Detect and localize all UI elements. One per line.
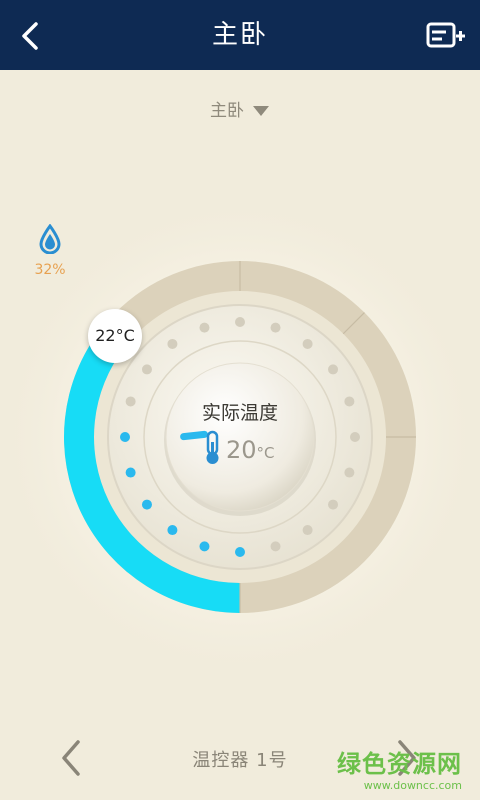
humidity-value: 32% <box>34 262 66 278</box>
watermark: 绿色资源网 www.downcc.com <box>337 744 462 792</box>
temperature-scale-dot <box>270 541 281 552</box>
temperature-scale-dot <box>328 499 339 510</box>
actual-temperature-label: 实际温度 <box>201 402 278 424</box>
actual-temperature-unit: °C <box>256 444 275 462</box>
temperature-scale-dot <box>125 396 136 407</box>
temperature-needle <box>180 430 208 441</box>
temperature-scale-dot <box>270 322 281 333</box>
room-selector[interactable]: 主卧 <box>0 96 480 121</box>
caret-down-icon <box>253 106 269 116</box>
top-bar: 主卧 <box>0 0 480 70</box>
temperature-scale-dot <box>350 432 360 442</box>
ring-divider <box>342 312 365 335</box>
temperature-scale-dot <box>302 525 313 536</box>
humidity-indicator: 32% <box>28 223 72 278</box>
watermark-text: 绿色资源网 <box>337 750 462 778</box>
temperature-scale-dot <box>167 338 178 349</box>
set-temperature-arc <box>63 328 241 613</box>
temperature-scale-dot <box>199 322 210 333</box>
thermometer-icon <box>206 430 219 464</box>
set-temperature-handle[interactable]: 22°C <box>88 309 142 363</box>
temperature-scale-dot <box>328 364 339 375</box>
room-selector-label: 主卧 <box>210 101 244 121</box>
temperature-scale-dot <box>344 396 355 407</box>
add-device-button[interactable] <box>426 20 466 52</box>
temperature-scale-dot <box>235 317 245 327</box>
temperature-scale-dot <box>167 525 178 536</box>
watermark-url: www.downcc.com <box>363 779 462 792</box>
actual-temperature: 20°C <box>226 436 275 464</box>
temperature-scale-dot <box>302 338 313 349</box>
temperature-scale-dot <box>125 467 136 478</box>
temperature-scale-dot <box>141 364 152 375</box>
temperature-scale-dot <box>120 432 130 442</box>
page-title: 主卧 <box>211 20 268 50</box>
temperature-scale-dot <box>344 467 355 478</box>
temperature-scale-dot <box>199 541 210 552</box>
temperature-scale-dot <box>235 547 245 557</box>
actual-temperature-value: 20 <box>226 436 257 464</box>
temperature-scale-dot <box>141 499 152 510</box>
add-device-icon <box>426 22 465 48</box>
water-drop-icon <box>39 223 61 255</box>
